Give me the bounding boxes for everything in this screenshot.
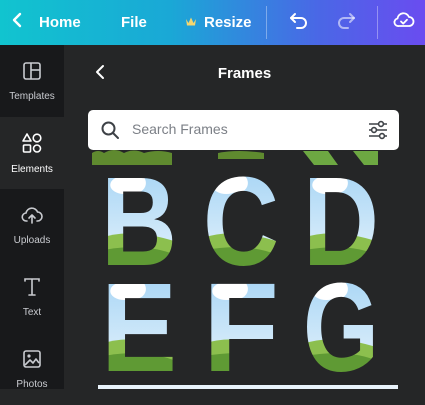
resize-label: Resize xyxy=(204,14,252,31)
side-nav: Templates Elements Uploads Text Photos xyxy=(0,45,64,390)
frame-tile-g[interactable]: G xyxy=(300,277,382,377)
frame-tile-c[interactable]: C xyxy=(200,171,282,271)
crown-icon xyxy=(185,14,197,32)
cloud-upload-icon xyxy=(21,205,43,230)
top-bar: Home File Resize xyxy=(0,0,425,45)
sidebar-item-label: Uploads xyxy=(13,234,51,246)
text-icon xyxy=(23,277,41,302)
sidebar-item-label: Photos xyxy=(16,378,48,390)
frames-row-partial xyxy=(98,385,398,389)
search-icon xyxy=(100,120,120,145)
panel-title: Frames xyxy=(217,65,272,82)
frame-tile-f[interactable]: F xyxy=(200,277,282,377)
filter-icon[interactable] xyxy=(367,120,389,145)
frame-tile-d[interactable]: D xyxy=(300,171,382,271)
undo-icon xyxy=(289,11,309,34)
home-button[interactable]: Home xyxy=(10,0,81,45)
file-button[interactable]: File xyxy=(121,0,147,45)
frame-tile-e[interactable]: E xyxy=(98,277,180,377)
undo-button[interactable] xyxy=(289,0,309,45)
redo-icon xyxy=(336,11,356,34)
search-input[interactable]: Search Frames xyxy=(88,110,399,150)
sidebar-item-uploads[interactable]: Uploads xyxy=(0,189,64,261)
cloud-check-icon xyxy=(393,11,415,34)
templates-icon xyxy=(22,61,42,86)
save-status-button[interactable] xyxy=(393,0,415,45)
sidebar-item-photos[interactable]: Photos xyxy=(0,333,64,405)
redo-button[interactable] xyxy=(336,0,356,45)
frames-panel: Frames Search Frames B xyxy=(64,45,425,389)
frame-tile-b[interactable]: B xyxy=(98,171,180,271)
sidebar-item-label: Elements xyxy=(11,163,53,175)
sidebar-item-templates[interactable]: Templates xyxy=(0,45,64,117)
topbar-divider xyxy=(377,6,378,39)
chevron-left-icon xyxy=(10,12,26,33)
home-label: Home xyxy=(39,14,81,31)
sidebar-item-text[interactable]: Text xyxy=(0,261,64,333)
search-placeholder: Search Frames xyxy=(132,121,228,137)
image-icon xyxy=(22,349,42,374)
sidebar-item-label: Templates xyxy=(9,90,55,102)
topbar-divider xyxy=(266,6,267,39)
resize-button[interactable]: Resize xyxy=(185,0,252,45)
shapes-icon xyxy=(21,132,43,159)
file-label: File xyxy=(121,14,147,31)
sidebar-item-label: Text xyxy=(22,306,42,318)
sidebar-item-elements[interactable]: Elements xyxy=(0,117,64,189)
